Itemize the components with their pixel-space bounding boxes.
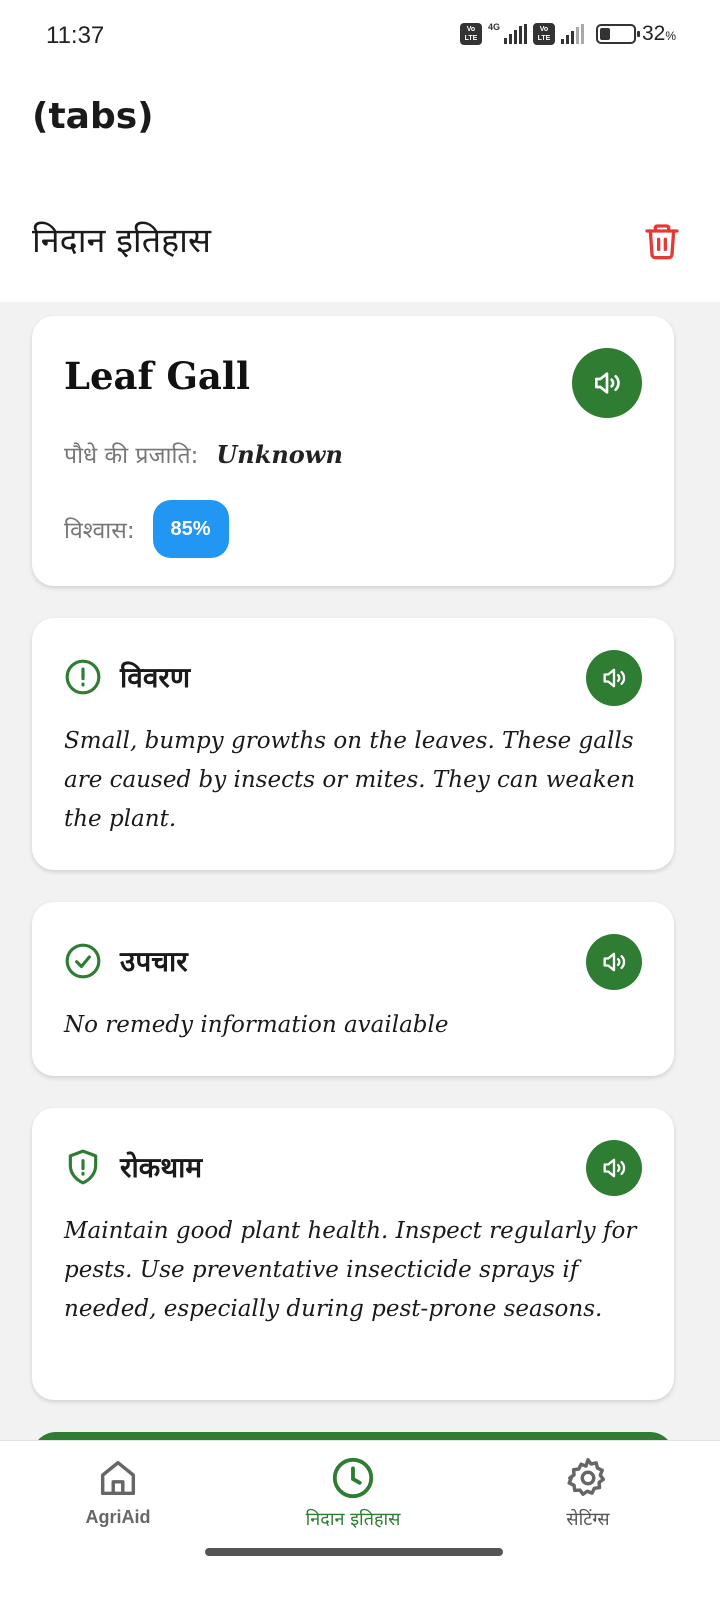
clock-icon [332, 1457, 374, 1499]
shield-alert-icon [68, 1149, 98, 1185]
prevention-text: Maintain good plant health. Inspect regu… [64, 1218, 637, 1322]
status-icons: Vo LTE 4G Vo LTE 32% [459, 22, 676, 46]
species-value: Unknown [216, 439, 343, 469]
treatment-title: उपचार [120, 945, 188, 978]
action-button-partial[interactable] [32, 1432, 674, 1440]
status-bar: 11:37 Vo LTE 4G Vo LTE 32% [0, 0, 720, 74]
signal-icon-2 [560, 24, 584, 44]
description-card: विवरण Small, bumpy growths on the leaves… [32, 618, 674, 870]
bottom-nav: AgriAid निदान इतिहास सेटिंग्स [0, 1440, 720, 1600]
speak-treatment-button[interactable] [586, 934, 642, 990]
page-title: निदान इतिहास [32, 221, 211, 261]
trash-icon [645, 224, 679, 260]
home-indicator[interactable] [205, 1548, 503, 1556]
tabs-title: (tabs) [32, 96, 154, 137]
signal-icon [503, 24, 527, 44]
check-circle-icon [65, 943, 101, 979]
species-row: पौधे की प्रजाति: Unknown [64, 438, 343, 470]
volte-icon: Vo LTE [459, 23, 482, 45]
description-text: Small, bumpy growths on the leaves. Thes… [64, 728, 636, 832]
speaker-icon [603, 668, 626, 688]
nav-label-settings: सेटिंग्स [566, 1509, 610, 1530]
nav-label-history: निदान इतिहास [305, 1509, 401, 1530]
confidence-label: विश्वास: [64, 518, 135, 544]
speaker-icon [603, 1158, 626, 1178]
home-icon [100, 1460, 136, 1496]
treatment-text: No remedy information available [64, 1012, 449, 1038]
description-title: विवरण [120, 661, 191, 694]
treatment-card: उपचार No remedy information available [32, 902, 674, 1076]
gear-icon [567, 1458, 606, 1497]
confidence-badge: 85% [152, 500, 229, 558]
content-area[interactable]: Leaf Gall पौधे की प्रजाति: Unknown विश्व… [0, 302, 720, 1440]
battery-icon [595, 24, 640, 44]
prevention-card: रोकथाम Maintain good plant health. Inspe… [32, 1108, 674, 1400]
disease-name: Leaf Gall [64, 354, 251, 398]
nav-label-home: AgriAid [85, 1507, 151, 1527]
description-header: विवरण [64, 658, 190, 696]
delete-history-button[interactable] [642, 220, 682, 262]
diagnosis-card: Leaf Gall पौधे की प्रजाति: Unknown विश्व… [32, 316, 674, 586]
speak-disease-button[interactable] [572, 348, 642, 418]
nav-item-settings[interactable]: सेटिंग्स [488, 1455, 688, 1531]
treatment-header: उपचार [64, 942, 188, 980]
alert-circle-icon [65, 659, 101, 695]
prevention-title: रोकथाम [120, 1151, 203, 1184]
confidence-row: विश्वास: 85% [64, 500, 229, 558]
nav-item-history[interactable]: निदान इतिहास [253, 1455, 453, 1531]
speak-prevention-button[interactable] [586, 1140, 642, 1196]
battery-percent: 32% [641, 22, 676, 45]
prevention-header: रोकथाम [64, 1148, 202, 1186]
network-type: 4G [487, 22, 500, 32]
speaker-icon [603, 952, 626, 972]
speak-description-button[interactable] [586, 650, 642, 706]
volte-icon-2: Vo LTE [532, 23, 555, 45]
status-time: 11:37 [46, 22, 105, 49]
speaker-icon [595, 372, 620, 394]
species-label: पौधे की प्रजाति: [64, 443, 199, 469]
page-header: निदान इतिहास [0, 180, 720, 302]
nav-item-home[interactable]: AgriAid [18, 1455, 218, 1528]
